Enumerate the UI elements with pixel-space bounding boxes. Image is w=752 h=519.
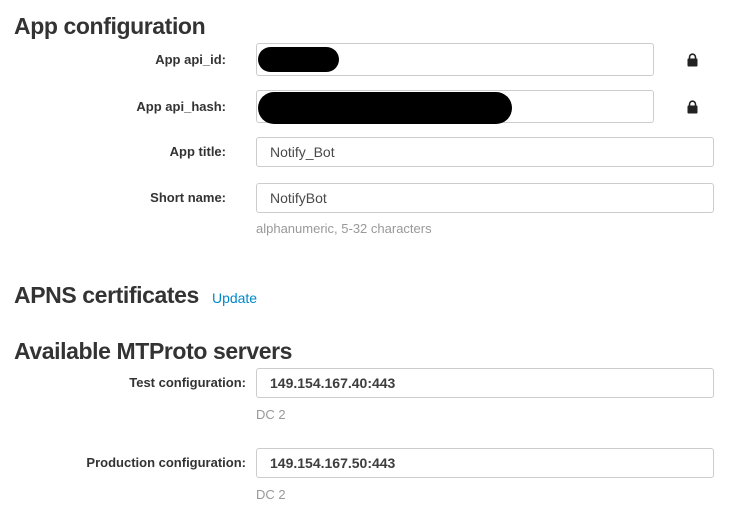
production-configuration-dc-hint: DC 2 bbox=[256, 487, 752, 502]
field-row-test-configuration: Test configuration: bbox=[14, 368, 752, 398]
api-id-input-wrap bbox=[256, 43, 654, 76]
test-configuration-label: Test configuration: bbox=[14, 375, 256, 391]
app-configuration-page: App configuration App api_id: App api_ha… bbox=[0, 13, 752, 502]
section-heading-app-configuration: App configuration bbox=[14, 13, 752, 39]
section-heading-mtproto-servers: Available MTProto servers bbox=[14, 338, 752, 364]
app-title-label: App title: bbox=[14, 144, 256, 160]
api-hash-label: App api_hash: bbox=[14, 99, 256, 115]
lock-icon bbox=[686, 100, 699, 114]
apns-update-link[interactable]: Update bbox=[212, 285, 257, 311]
short-name-hint: alphanumeric, 5-32 characters bbox=[256, 221, 752, 236]
production-configuration-label: Production configuration: bbox=[14, 455, 256, 471]
production-configuration-input[interactable] bbox=[256, 448, 714, 478]
api-id-input[interactable] bbox=[256, 43, 654, 76]
field-row-production-configuration: Production configuration: bbox=[14, 448, 752, 478]
lock-icon bbox=[686, 53, 699, 67]
field-row-short-name: Short name: bbox=[14, 183, 752, 213]
apns-heading-text: APNS certificates bbox=[14, 282, 199, 308]
api-hash-input-wrap bbox=[256, 90, 654, 123]
api-id-label: App api_id: bbox=[14, 52, 256, 68]
test-configuration-input[interactable] bbox=[256, 368, 714, 398]
field-row-app-title: App title: bbox=[14, 137, 752, 167]
app-title-input[interactable] bbox=[256, 137, 714, 167]
section-heading-apns: APNS certificates Update bbox=[14, 282, 752, 311]
api-hash-input[interactable] bbox=[256, 90, 654, 123]
short-name-label: Short name: bbox=[14, 190, 256, 206]
short-name-input[interactable] bbox=[256, 183, 714, 213]
field-row-api-hash: App api_hash: bbox=[14, 90, 752, 123]
test-configuration-dc-hint: DC 2 bbox=[256, 407, 752, 422]
field-row-api-id: App api_id: bbox=[14, 43, 752, 76]
